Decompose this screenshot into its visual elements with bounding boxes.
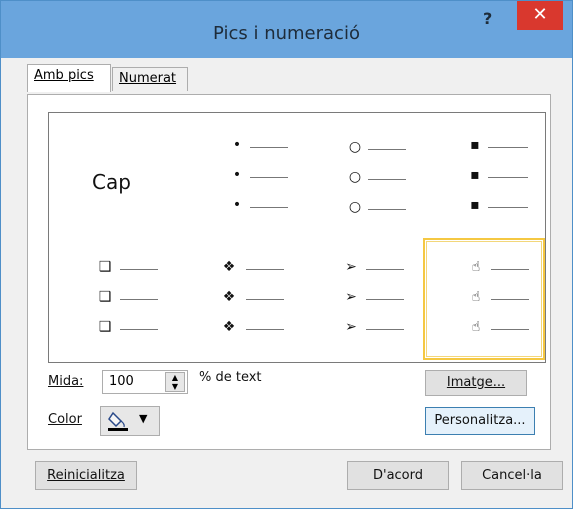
color-label-text: Color: [48, 412, 82, 427]
preview-row: ➢: [342, 319, 408, 339]
dot-bullet-icon: •: [232, 197, 242, 213]
preview-row: ○: [346, 169, 408, 189]
dialog-window: Pics i numeració ? ✕ Amb pics Numerat Ca…: [0, 0, 573, 509]
tab-bullets[interactable]: Amb pics: [27, 64, 111, 92]
square-bullet-icon: ▪: [470, 137, 480, 153]
color-label: Color: [48, 412, 82, 427]
preview-row: ▪: [466, 167, 530, 187]
size-stepper-buttons[interactable]: ▲ ▼: [165, 372, 185, 392]
diamond-bullet-icon: ❖: [222, 289, 236, 305]
circle-bullet-icon: ○: [348, 139, 362, 155]
color-picker-button[interactable]: ▼: [100, 406, 160, 436]
hollow-square-bullet-icon: ❑: [98, 319, 112, 335]
preview-row: ○: [346, 139, 408, 159]
square-bullet-icon: ▪: [470, 197, 480, 213]
tab-numbered[interactable]: Numerat: [112, 67, 188, 91]
arrow-bullet-icon: ➢: [345, 319, 357, 335]
bullet-option-diamond[interactable]: ❖ ❖ ❖: [174, 239, 294, 359]
close-button[interactable]: ✕: [517, 1, 563, 30]
hollow-square-bullet-icon: ❑: [98, 289, 112, 305]
reset-button-label: Reinicialitza: [47, 468, 125, 483]
title-bar: Pics i numeració ? ✕: [1, 1, 572, 58]
customize-button-label: Personalitza...: [434, 413, 526, 428]
hand-bullet-icon: ☝: [471, 259, 481, 275]
none-label: Cap: [92, 170, 131, 194]
bullet-option-arrow[interactable]: ➢ ➢ ➢: [296, 239, 416, 359]
preview-row: ❑: [96, 319, 162, 339]
bullet-option-none[interactable]: Cap: [52, 116, 172, 236]
preview-row: ☝: [467, 259, 533, 279]
bullet-option-dot[interactable]: • • •: [174, 116, 294, 236]
tab-numbered-label: Numerat: [119, 71, 177, 86]
size-spinner[interactable]: 100 ▲ ▼: [102, 370, 188, 394]
ok-button-label: D'acord: [372, 468, 424, 483]
picture-button[interactable]: Imatge...: [425, 370, 527, 396]
preview-row: ➢: [342, 259, 408, 279]
bullet-option-hollow-square[interactable]: ❑ ❑ ❑: [52, 239, 172, 359]
preview-row: •: [228, 197, 288, 217]
customize-button[interactable]: Personalitza...: [425, 407, 535, 435]
preview-row: ▪: [466, 137, 530, 157]
preview-row: ❖: [220, 289, 286, 309]
reset-button[interactable]: Reinicialitza: [35, 461, 137, 490]
size-value[interactable]: 100: [109, 374, 134, 389]
help-icon[interactable]: ?: [483, 9, 492, 28]
bullet-option-square[interactable]: ▪ ▪ ▪: [418, 116, 538, 236]
hand-bullet-icon: ☝: [471, 289, 481, 305]
hollow-square-bullet-icon: ❑: [98, 259, 112, 275]
preview-row: ▪: [466, 197, 530, 217]
bullet-gallery: Cap • • • ○ ○ ○ ▪ ▪ ▪ ❑ ❑ ❑ ❖ ❖ ❖ ➢ ➢ ➢ …: [48, 112, 546, 363]
preview-row: ☝: [467, 319, 533, 339]
bullet-option-hand-selected[interactable]: ☝ ☝ ☝: [423, 238, 545, 360]
cancel-button-label: Cancel·la: [482, 468, 542, 483]
dot-bullet-icon: •: [232, 137, 242, 153]
size-label: Mida:: [48, 374, 83, 389]
hand-bullet-icon: ☝: [471, 319, 481, 335]
preview-row: ❑: [96, 289, 162, 309]
preview-row: ❑: [96, 259, 162, 279]
circle-bullet-icon: ○: [348, 199, 362, 215]
size-unit-label: % de text: [199, 370, 262, 385]
ok-button[interactable]: D'acord: [347, 461, 449, 490]
preview-row: •: [228, 167, 288, 187]
preview-row: ❖: [220, 319, 286, 339]
size-label-text: Mida:: [48, 374, 84, 389]
paint-bucket-icon: [108, 411, 128, 431]
tab-bullets-label: Amb pics: [34, 68, 94, 83]
diamond-bullet-icon: ❖: [222, 259, 236, 275]
diamond-bullet-icon: ❖: [222, 319, 236, 335]
preview-row: ➢: [342, 289, 408, 309]
preview-row: ❖: [220, 259, 286, 279]
cancel-button[interactable]: Cancel·la: [461, 461, 563, 490]
preview-row: •: [228, 137, 288, 157]
circle-bullet-icon: ○: [348, 169, 362, 185]
dot-bullet-icon: •: [232, 167, 242, 183]
arrow-bullet-icon: ➢: [345, 289, 357, 305]
bullet-option-circle[interactable]: ○ ○ ○: [296, 116, 416, 236]
square-bullet-icon: ▪: [470, 167, 480, 183]
preview-row: ○: [346, 199, 408, 219]
dropdown-arrow-icon: ▼: [139, 412, 148, 425]
arrow-bullet-icon: ➢: [345, 259, 357, 275]
picture-button-label: Imatge...: [446, 375, 506, 390]
preview-row: ☝: [467, 289, 533, 309]
